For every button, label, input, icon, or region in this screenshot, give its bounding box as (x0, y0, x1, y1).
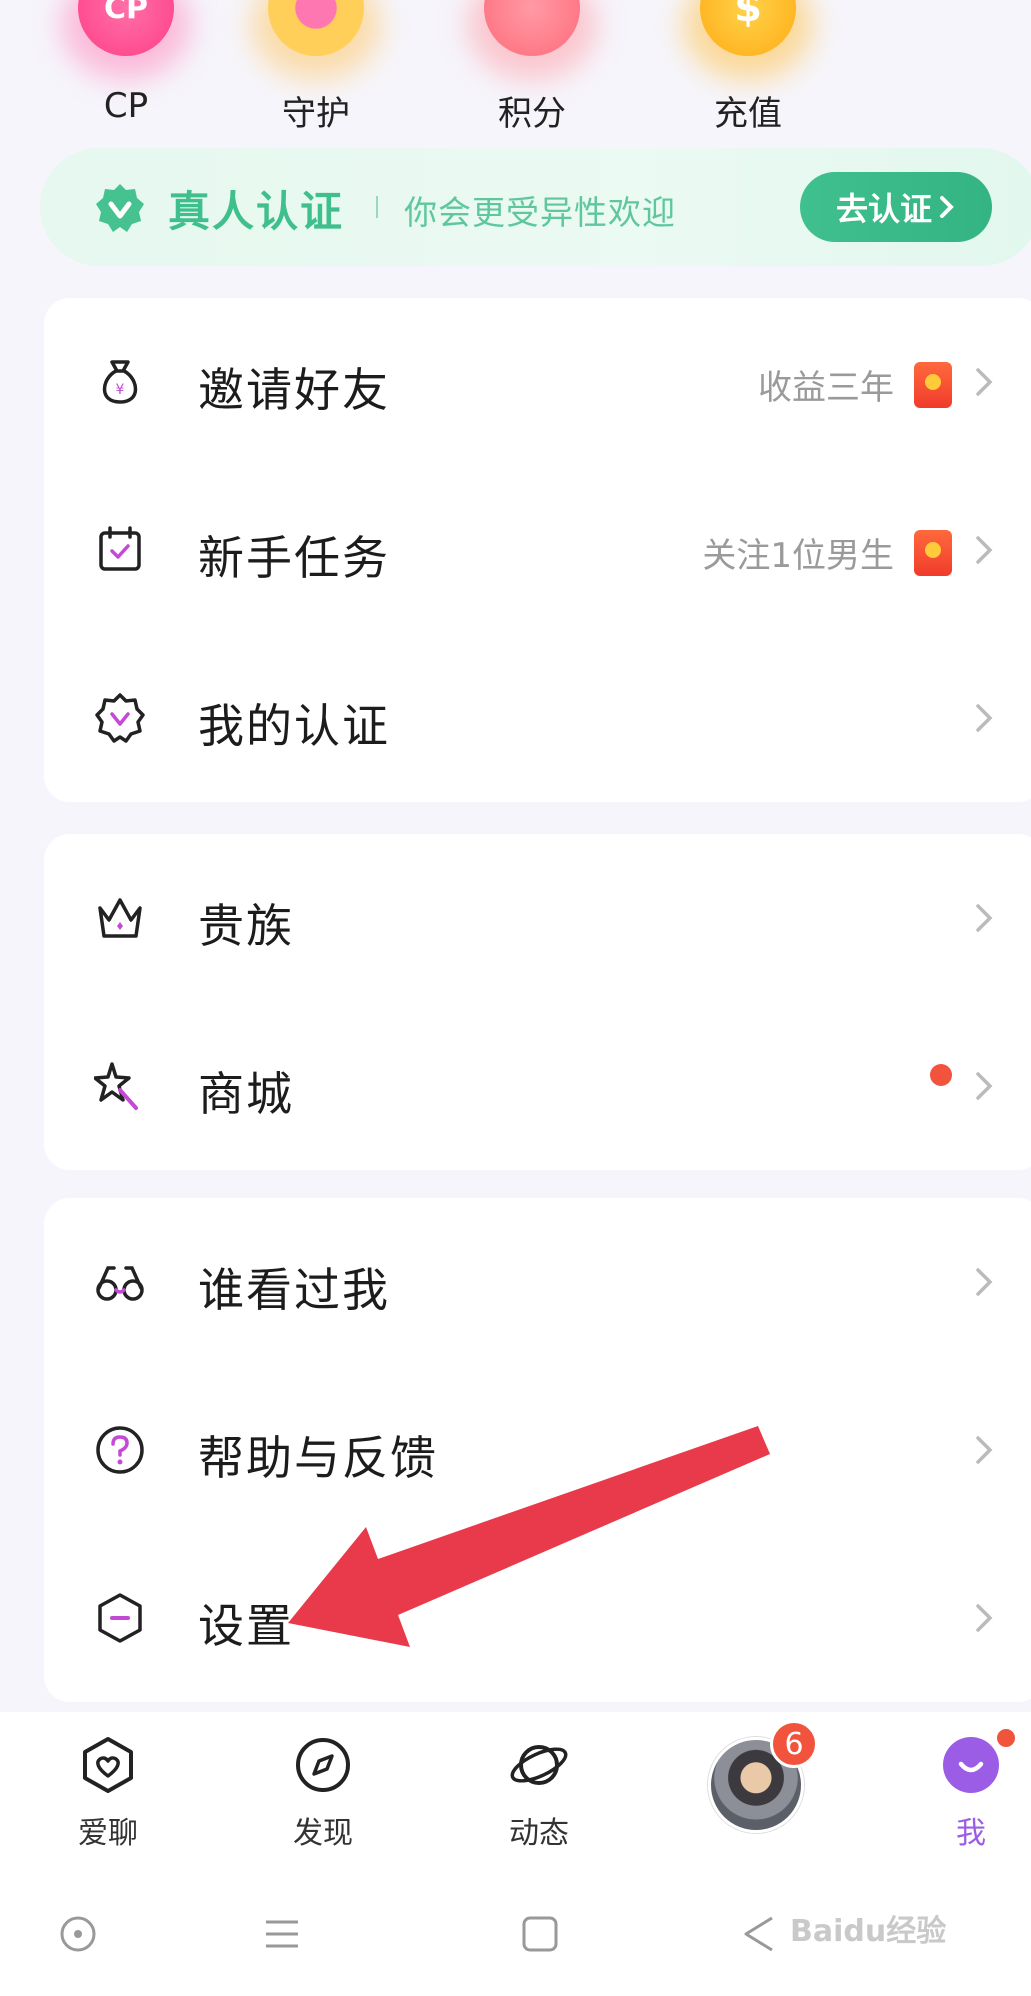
menu-item-invite-friends[interactable]: ¥ 邀请好友 收益三年 (44, 298, 1031, 466)
menu-item-hint: 收益三年 (758, 368, 894, 408)
bottom-tab-bar: 爱聊 发现 动态 6 我 (0, 1712, 1031, 1872)
verify-subtitle: 你会更受异性欢迎 (404, 193, 676, 232)
tab-moments[interactable]: 动态 (474, 1734, 604, 1852)
watermark: Baidu经验 (790, 1914, 947, 1949)
quick-item-label: 积分 (498, 94, 566, 134)
chevron-right-icon (976, 368, 993, 396)
quick-item-label: 充值 (714, 94, 782, 134)
tab-chat[interactable]: 爱聊 (43, 1734, 173, 1852)
tab-label: 发现 (293, 1816, 353, 1851)
menu-card-1: ¥ 邀请好友 收益三年 新手任务 关注1位男生 我的认证 (44, 298, 1031, 802)
chevron-right-icon (976, 704, 993, 732)
menu-item-label: 设置 (198, 1599, 294, 1653)
menu-item-label: 商城 (198, 1067, 294, 1121)
chat-heart-icon (83, 1737, 133, 1793)
chevron-right-icon (976, 1072, 993, 1100)
menu-item-label: 新手任务 (198, 531, 390, 585)
menu-item-hint: 关注1位男生 (702, 536, 894, 576)
tab-me[interactable]: 我 (906, 1734, 1031, 1852)
verified-shield-icon (96, 184, 144, 232)
chevron-right-icon (976, 1604, 993, 1632)
quick-actions: CP CP 守护 积分 $ 充值 (0, 0, 1031, 140)
svg-text:¥: ¥ (116, 382, 125, 398)
menu-card-3: 谁看过我 帮助与反馈 设置 (44, 1198, 1031, 1702)
glasses-icon (96, 1266, 144, 1301)
chevron-right-icon (976, 904, 993, 932)
menu-item-label: 邀请好友 (198, 363, 390, 417)
settings-hexagon-icon (98, 1593, 142, 1643)
system-navigation-bar: Baidu经验 (0, 1872, 1031, 1996)
menu-item-extra: 收益三年 (758, 360, 952, 409)
notification-dot (994, 1726, 1018, 1750)
calendar-check-icon (99, 526, 141, 571)
go-verify-button[interactable]: 去认证 (800, 172, 992, 242)
planet-icon (510, 1745, 568, 1785)
chevron-right-icon (976, 1268, 993, 1296)
menu-item-label: 谁看过我 (198, 1263, 390, 1317)
menu-item-extra: 关注1位男生 (702, 528, 952, 577)
money-bag-icon: ¥ (102, 360, 138, 404)
magic-wand-star-icon (94, 1062, 138, 1110)
real-person-verify-banner[interactable]: 真人认证 你会更受异性欢迎 去认证 (40, 148, 1031, 266)
chevron-right-icon (940, 196, 954, 218)
menu-item-my-verification[interactable]: 我的认证 (44, 634, 1031, 802)
back-triangle-icon[interactable] (738, 1912, 782, 1956)
menu-item-label: 帮助与反馈 (198, 1431, 438, 1485)
menu-item-label: 贵族 (198, 899, 294, 953)
compass-icon (296, 1738, 350, 1792)
verify-title: 真人认证 (168, 187, 345, 236)
menu-item-who-viewed-me[interactable]: 谁看过我 (44, 1198, 1031, 1366)
notification-dot (930, 1064, 952, 1086)
menu-item-newbie-tasks[interactable]: 新手任务 关注1位男生 (44, 466, 1031, 634)
menu-item-nobility[interactable]: 贵族 (44, 834, 1031, 1002)
menu-item-label: 我的认证 (198, 699, 390, 753)
verified-badge-icon (95, 693, 145, 743)
chevron-right-icon (976, 1436, 993, 1464)
tab-discover[interactable]: 发现 (258, 1734, 388, 1852)
home-square-icon[interactable] (518, 1912, 562, 1956)
tab-label: 动态 (509, 1816, 569, 1851)
recents-circle-icon[interactable] (56, 1912, 100, 1956)
menu-card-2: 贵族 商城 (44, 834, 1031, 1170)
quick-item-label: CP (103, 86, 149, 126)
tab-label: 爱聊 (78, 1816, 138, 1851)
chevron-right-icon (976, 536, 993, 564)
red-packet-icon (914, 361, 952, 408)
me-smile-icon (943, 1737, 999, 1793)
message-count-badge: 6 (770, 1720, 818, 1768)
go-verify-label: 去认证 (835, 191, 932, 227)
menu-lines-icon[interactable] (260, 1912, 304, 1956)
crown-icon (98, 898, 142, 938)
quick-item-label: 守护 (282, 94, 350, 134)
menu-item-help-feedback[interactable]: 帮助与反馈 (44, 1366, 1031, 1534)
divider (376, 196, 378, 218)
menu-item-settings[interactable]: 设置 (44, 1534, 1031, 1702)
menu-item-extra (930, 1064, 952, 1086)
help-question-icon (96, 1426, 144, 1474)
menu-item-mall[interactable]: 商城 (44, 1002, 1031, 1170)
red-packet-icon (914, 529, 952, 576)
tab-label: 我 (956, 1816, 986, 1851)
